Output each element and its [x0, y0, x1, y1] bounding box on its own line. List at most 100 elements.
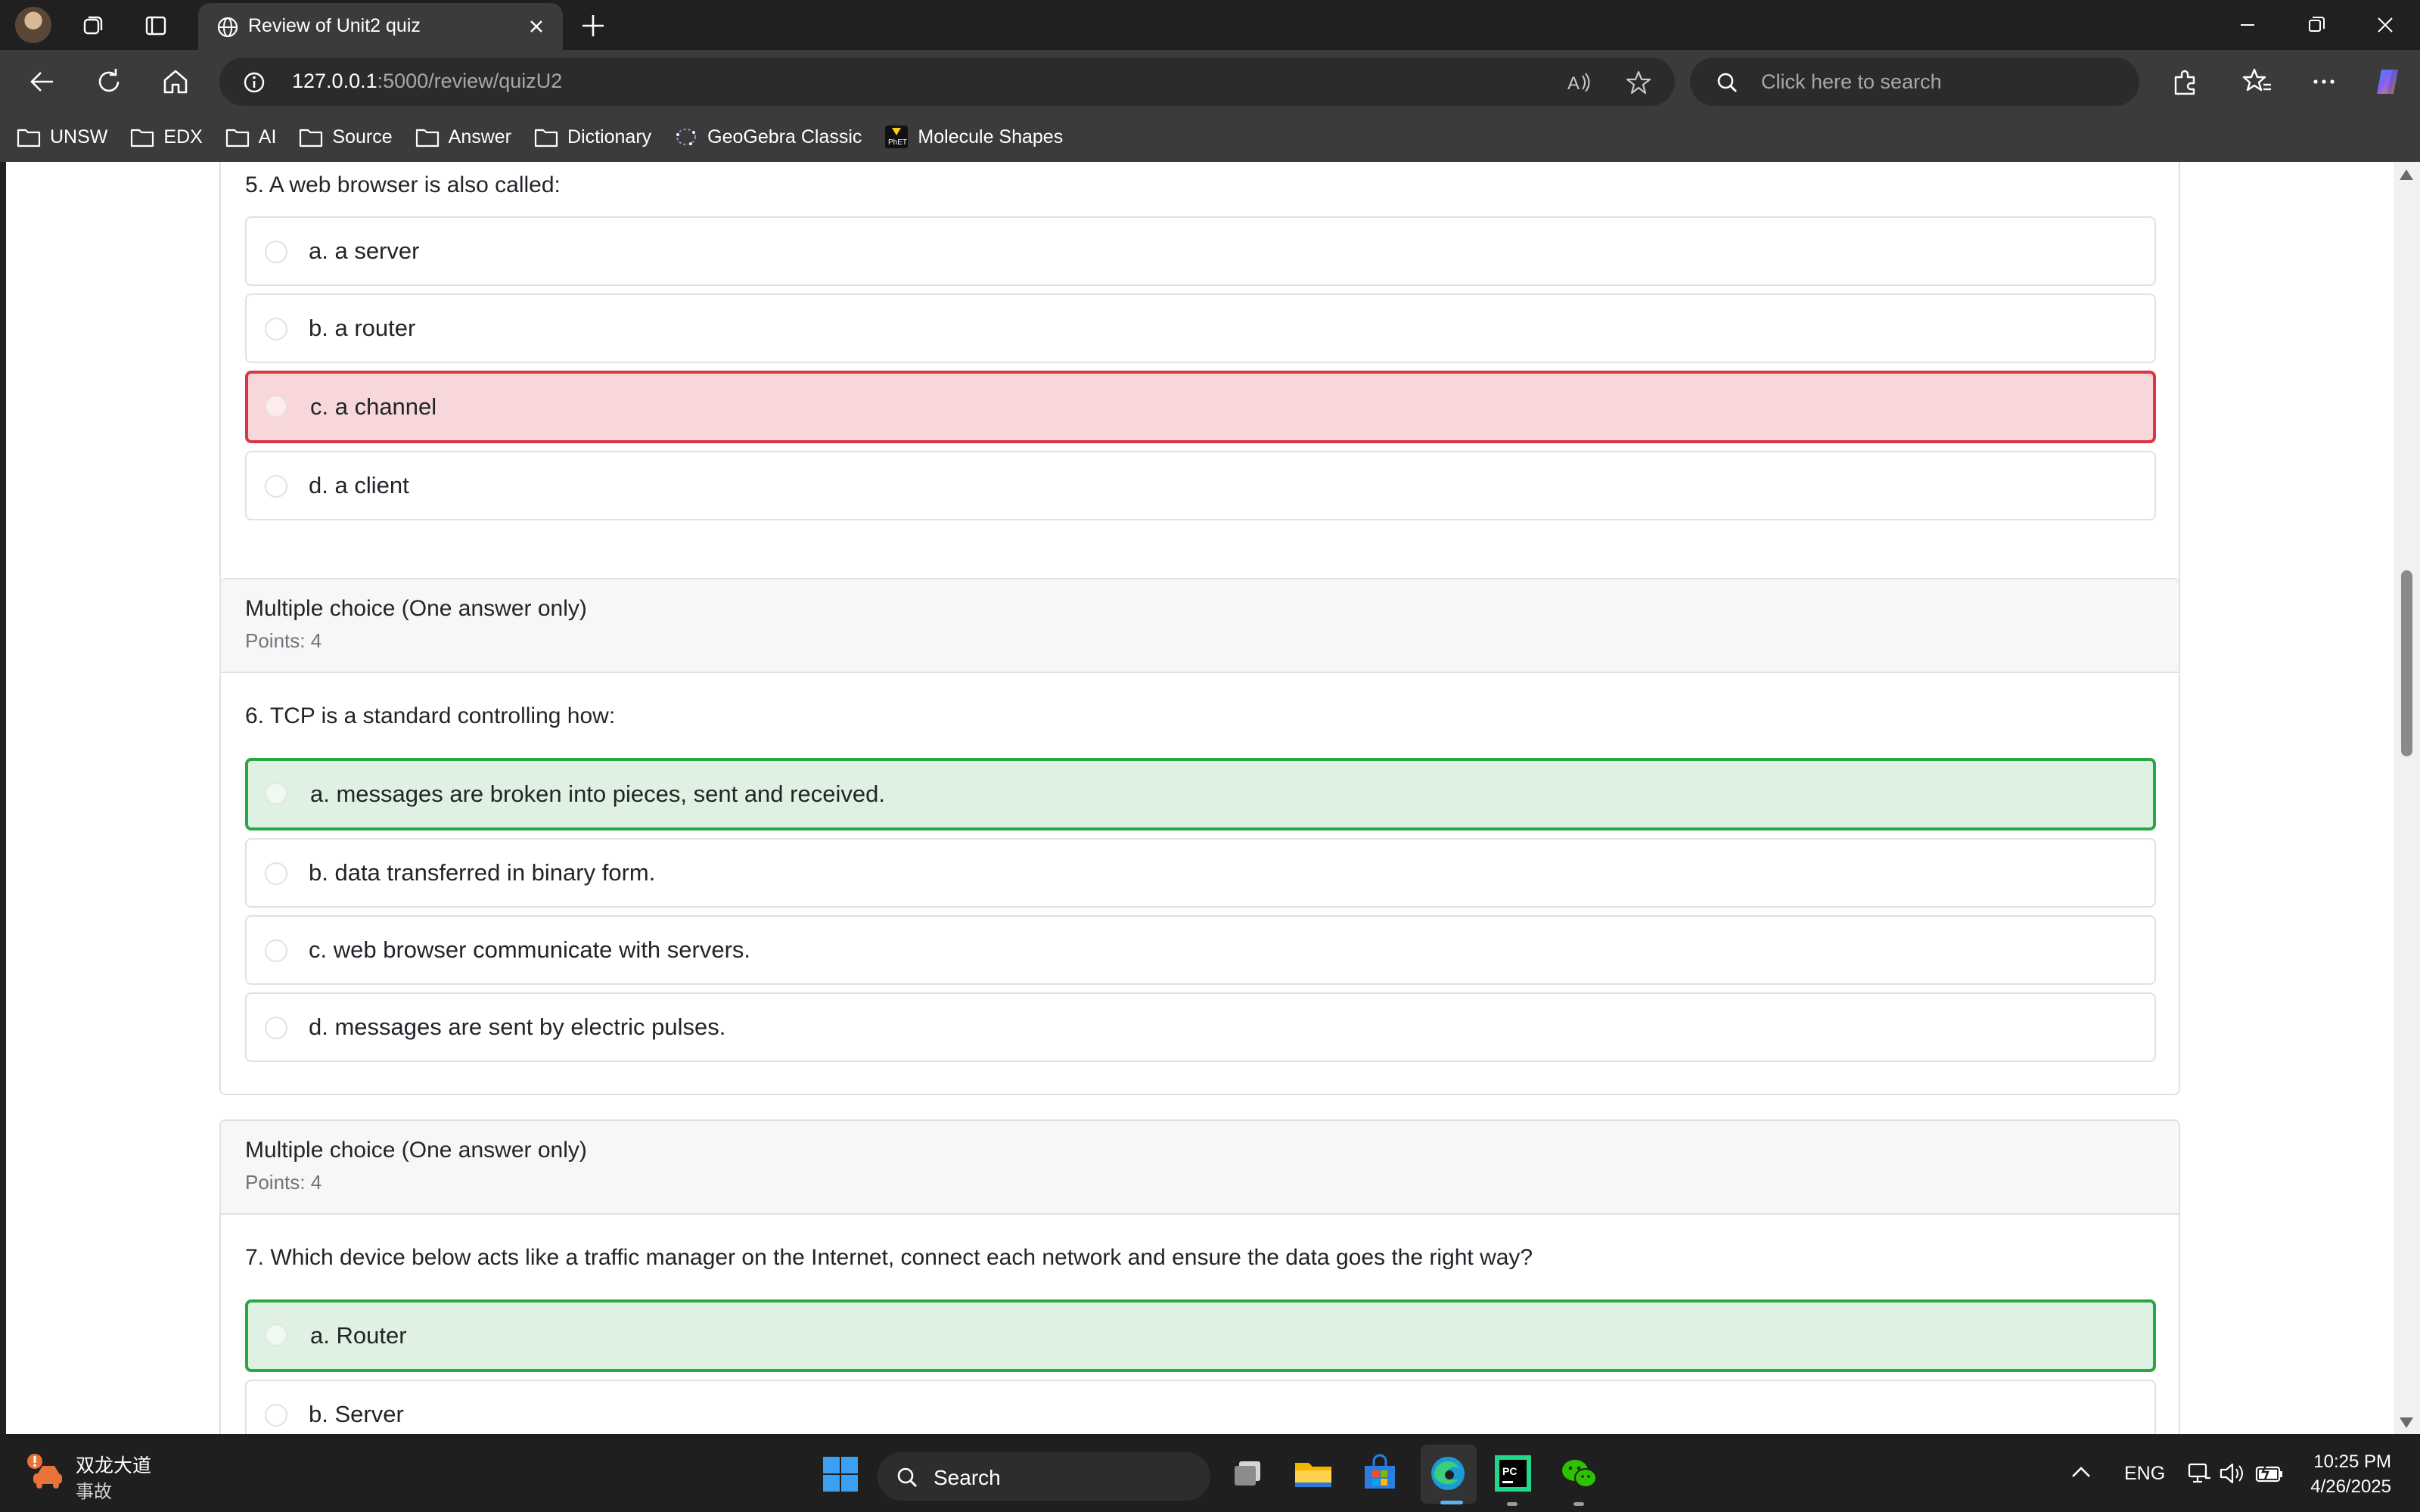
scrollbar-thumb[interactable] [2401, 570, 2412, 756]
radio-button[interactable] [265, 782, 287, 805]
system-clock[interactable]: 10:25 PM 4/26/2025 [2310, 1449, 2391, 1499]
vertical-scrollbar[interactable] [2394, 162, 2420, 1434]
card-header: Multiple choice (One answer only) Points… [221, 579, 2179, 673]
tab-review-quiz[interactable]: Review of Unit2 quiz [198, 3, 563, 50]
search-placeholder: Click here to search [1761, 70, 1942, 93]
bookmark-edx[interactable]: EDX [130, 126, 203, 148]
file-explorer-icon[interactable] [1291, 1451, 1336, 1496]
scroll-down-arrow-icon[interactable] [2400, 1417, 2413, 1428]
answer-option[interactable]: b. a router [245, 293, 2156, 363]
refresh-icon[interactable] [92, 65, 126, 98]
question-type: Multiple choice (One answer only) [245, 596, 587, 621]
profile-avatar[interactable] [15, 7, 51, 43]
radio-button[interactable] [265, 475, 287, 498]
phet-icon: PhET [885, 126, 909, 148]
option-label: c. web browser communicate with servers. [309, 936, 751, 963]
pycharm-running-indicator [1507, 1502, 1518, 1506]
task-view-icon[interactable] [1226, 1451, 1271, 1496]
bookmark-label: Answer [448, 126, 512, 147]
question-points: Points: 4 [245, 629, 322, 652]
radio-button[interactable] [265, 1404, 287, 1427]
answer-option-correct[interactable]: a. Router [245, 1299, 2156, 1372]
bookmark-label: AI [258, 126, 277, 147]
windows-start-icon[interactable] [822, 1455, 859, 1493]
folder-icon [415, 129, 439, 147]
site-info-icon[interactable] [242, 70, 266, 95]
web-search-box[interactable]: Click here to search [1690, 57, 2139, 106]
radio-button[interactable] [265, 862, 287, 885]
tab-actions-icon[interactable] [141, 11, 171, 41]
microsoft-store-icon[interactable] [1357, 1451, 1403, 1496]
question-card-7: Multiple choice (One answer only) Points… [219, 1119, 2180, 1434]
option-label: d. messages are sent by electric pulses. [309, 1014, 726, 1040]
question-card-6: Multiple choice (One answer only) Points… [219, 578, 2180, 1095]
edge-browser-icon[interactable] [1425, 1451, 1471, 1496]
radio-button[interactable] [265, 939, 287, 962]
bookmark-molecule-shapes[interactable]: PhET Molecule Shapes [884, 125, 1063, 149]
minimize-icon[interactable] [2230, 8, 2265, 42]
bookmark-unsw[interactable]: UNSW [17, 126, 107, 148]
folder-icon [131, 129, 154, 147]
folder-icon [17, 129, 41, 147]
taskbar-search[interactable]: Search [878, 1452, 1210, 1501]
question-points: Points: 4 [245, 1171, 322, 1194]
bookmark-label: EDX [163, 126, 203, 147]
answer-option[interactable]: b. Server [245, 1380, 2156, 1434]
address-bar[interactable]: 127.0.0.1:5000/review/quizU2 A [219, 57, 1675, 106]
search-icon [897, 1467, 917, 1487]
answer-option[interactable]: c. web browser communicate with servers. [245, 915, 2156, 985]
url-path: :5000/review/quizU2 [377, 70, 563, 92]
clock-date: 4/26/2025 [2310, 1476, 2391, 1497]
radio-button[interactable] [265, 318, 287, 340]
answer-option[interactable]: d. a client [245, 451, 2156, 520]
radio-button[interactable] [265, 395, 287, 418]
copilot-icon[interactable] [2371, 65, 2404, 98]
radio-button[interactable] [265, 1017, 287, 1039]
read-aloud-icon[interactable]: A [1566, 70, 1592, 95]
wechat-icon[interactable] [1557, 1451, 1602, 1496]
language-indicator[interactable]: ENG [2124, 1463, 2165, 1485]
traffic-alert-icon [27, 1454, 62, 1489]
bookmark-label: UNSW [50, 126, 108, 147]
restore-icon[interactable] [2299, 8, 2334, 42]
scroll-up-arrow-icon[interactable] [2400, 169, 2413, 180]
answer-option[interactable]: d. messages are sent by electric pulses. [245, 992, 2156, 1062]
question-text: 6. TCP is a standard controlling how: [245, 703, 616, 728]
favorites-icon[interactable] [2241, 65, 2274, 98]
bookmark-source[interactable]: Source [299, 126, 393, 148]
more-menu-icon[interactable] [2307, 65, 2341, 98]
option-label: b. Server [309, 1401, 404, 1427]
geogebra-icon [676, 129, 697, 146]
back-icon[interactable] [26, 65, 59, 98]
folder-icon [534, 129, 558, 147]
close-tab-icon[interactable] [523, 14, 549, 39]
new-tab-icon[interactable] [578, 11, 608, 41]
bookmark-geogebra[interactable]: GeoGebra Classic [674, 126, 862, 148]
answer-option-incorrect[interactable]: c. a channel [245, 371, 2156, 443]
bookmark-ai[interactable]: AI [225, 126, 277, 148]
option-label: b. data transferred in binary form. [309, 859, 656, 886]
bookmark-label: Dictionary [567, 126, 652, 147]
home-icon[interactable] [159, 65, 192, 98]
extensions-icon[interactable] [2168, 65, 2201, 98]
option-label: a. messages are broken into pieces, sent… [310, 781, 885, 807]
bookmark-dictionary[interactable]: Dictionary [534, 126, 651, 148]
favorite-star-icon[interactable] [1625, 69, 1652, 96]
network-icon[interactable] [2186, 1460, 2213, 1487]
weather-title: 双龙大道 [76, 1455, 152, 1476]
answer-option[interactable]: b. data transferred in binary form. [245, 838, 2156, 908]
pycharm-icon[interactable]: PC [1490, 1451, 1536, 1496]
taskbar-search-label: Search [934, 1466, 1001, 1489]
workspaces-icon[interactable] [78, 11, 108, 41]
answer-option-correct[interactable]: a. messages are broken into pieces, sent… [245, 758, 2156, 831]
bookmark-answer[interactable]: Answer [415, 126, 511, 148]
show-hidden-icons-chevron-up-icon[interactable] [2070, 1464, 2092, 1479]
option-label: b. a router [309, 315, 416, 341]
volume-icon[interactable] [2218, 1460, 2245, 1487]
svg-text:PhET: PhET [888, 138, 907, 147]
radio-button[interactable] [265, 241, 287, 263]
radio-button[interactable] [265, 1324, 287, 1346]
battery-icon[interactable] [2254, 1461, 2285, 1486]
close-window-icon[interactable] [2368, 8, 2403, 42]
answer-option[interactable]: a. a server [245, 216, 2156, 286]
